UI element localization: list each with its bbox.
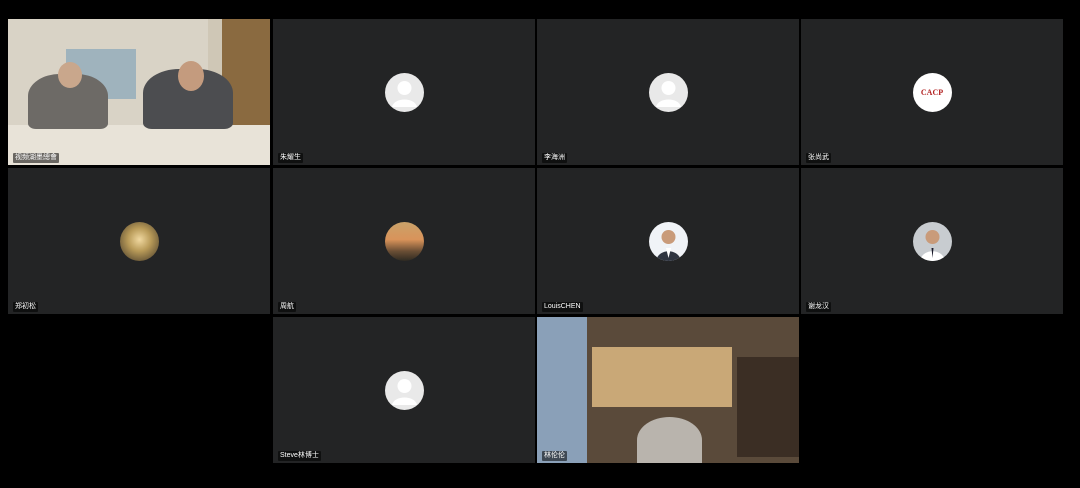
photo-avatar <box>119 221 159 261</box>
participant-tile[interactable]: 李海洲 <box>537 19 799 165</box>
cabinet <box>592 347 732 407</box>
video-grid: 视频湖墨總會 朱耀生 李海洲 CACP 张尚武 郑初松 周航 LouisCHEN <box>0 0 1080 488</box>
cacp-logo-text: CACP <box>920 87 944 97</box>
participant-name: 朱耀生 <box>278 153 303 163</box>
head-left <box>58 62 82 88</box>
photo-avatar <box>912 221 952 261</box>
participant-tile[interactable]: Steve林博士 <box>273 317 535 463</box>
default-person-icon <box>648 72 688 112</box>
participant-tile[interactable]: CACP 张尚武 <box>801 19 1063 165</box>
window <box>537 317 587 463</box>
default-person-icon <box>384 370 424 410</box>
video-feed <box>8 19 270 165</box>
person-head <box>637 417 702 463</box>
participant-tile[interactable]: 周航 <box>273 168 535 314</box>
photo-avatar <box>648 221 688 261</box>
participant-name: LouisCHEN <box>542 302 583 312</box>
participant-tile[interactable]: 郑初松 <box>8 168 270 314</box>
participant-name: Steve林博士 <box>278 451 321 461</box>
participant-name: 林伦伦 <box>542 451 567 461</box>
participant-tile[interactable]: LouisCHEN <box>537 168 799 314</box>
participant-name: 张尚武 <box>806 153 831 163</box>
participant-name: 周航 <box>278 302 296 312</box>
video-feed <box>537 317 799 463</box>
participant-name: 郑初松 <box>13 302 38 312</box>
participant-name: 视频湖墨總會 <box>13 153 59 163</box>
participant-name: 李海洲 <box>542 153 567 163</box>
participant-tile-video-meeting-room[interactable]: 视频湖墨總會 <box>8 19 270 165</box>
participant-tile[interactable]: 谢龙汉 <box>801 168 1063 314</box>
photo-avatar <box>384 221 424 261</box>
head-right <box>178 61 204 91</box>
participant-tile-video-bookshelf[interactable]: 林伦伦 <box>537 317 799 463</box>
bookshelf <box>737 357 799 457</box>
default-person-icon <box>384 72 424 112</box>
cacp-logo-icon: CACP <box>912 72 952 112</box>
participant-tile[interactable]: 朱耀生 <box>273 19 535 165</box>
participant-name: 谢龙汉 <box>806 302 831 312</box>
